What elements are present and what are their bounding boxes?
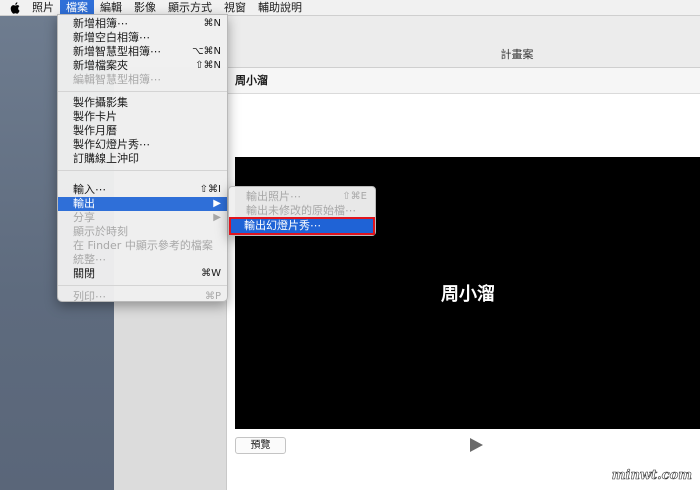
submenu-item-export-unmodified-original: 輸出未修改的原始檔⋯	[246, 204, 356, 217]
menu-item-create-book[interactable]: 製作攝影集	[58, 96, 227, 110]
apple-menu-icon[interactable]	[4, 0, 26, 16]
menu-item-edit-smart-album: 編輯智慧型相簿⋯	[73, 73, 161, 86]
slide-title-text: 周小溜	[441, 284, 495, 305]
watermark-logo: minwt.com	[611, 468, 692, 484]
menu-item-close[interactable]: 關閉 ⌘W	[58, 267, 227, 281]
menu-item-share: 分享 ▶	[73, 211, 221, 224]
menu-item-create-card[interactable]: 製作卡片	[58, 110, 227, 124]
svg-text:minwt.com: minwt.com	[612, 468, 692, 483]
menu-item-show-in-finder: 在 Finder 中顯示參考的檔案	[73, 239, 213, 252]
menu-separator	[58, 91, 227, 92]
menu-item-order-prints[interactable]: 訂購線上沖印	[58, 152, 227, 166]
menu-item-create-slideshow[interactable]: 製作幻燈片秀⋯	[58, 138, 227, 152]
play-icon[interactable]	[468, 437, 484, 453]
menu-item-consolidate: 統整⋯	[73, 253, 106, 266]
menu-separator	[58, 285, 227, 286]
menu-item-import[interactable]: 輸入⋯ ⇧⌘I	[58, 183, 227, 197]
menu-item-print: 列印⋯ ⌘P	[73, 290, 221, 303]
submenu-item-export-slideshow[interactable]: 輸出幻燈片秀⋯	[229, 217, 375, 235]
file-menu-dropdown: 新增相簿⋯ ⌘N 新增空白相簿⋯ 新增智慧型相簿⋯ ⌥⌘N 新增檔案夾 ⇧⌘N 編輯智…	[57, 14, 228, 303]
submenu-arrow-icon: ▶	[213, 198, 221, 209]
menu-item-new-album[interactable]: 新增相簿⋯ ⌘N	[58, 17, 227, 31]
submenu-arrow-icon: ▶	[213, 212, 221, 223]
menu-item-new-smart-album[interactable]: 新增智慧型相簿⋯ ⌥⌘N	[58, 45, 227, 59]
menu-item-show-in-moments: 顯示於時刻	[73, 225, 128, 238]
project-content: 周小溜 周小溜 預覽	[226, 68, 700, 490]
project-name: 周小溜	[227, 68, 700, 94]
preview-button[interactable]: 預覽	[235, 437, 286, 454]
menu-item-new-empty-album[interactable]: 新增空白相簿⋯	[58, 31, 227, 45]
menu-item-create-calendar[interactable]: 製作月曆	[58, 124, 227, 138]
menu-help[interactable]: 輔助說明	[252, 0, 308, 16]
submenu-item-export-photos: 輸出照片⋯ ⇧⌘E	[246, 190, 367, 203]
menu-photos[interactable]: 照片	[26, 0, 60, 16]
menu-item-export[interactable]: 輸出 ▶	[58, 197, 227, 211]
menu-item-new-folder[interactable]: 新增檔案夾 ⇧⌘N	[58, 59, 227, 73]
export-submenu: 輸出照片⋯ ⇧⌘E 輸出未修改的原始檔⋯ 輸出幻燈片秀⋯	[228, 186, 376, 236]
menu-separator	[58, 170, 227, 171]
